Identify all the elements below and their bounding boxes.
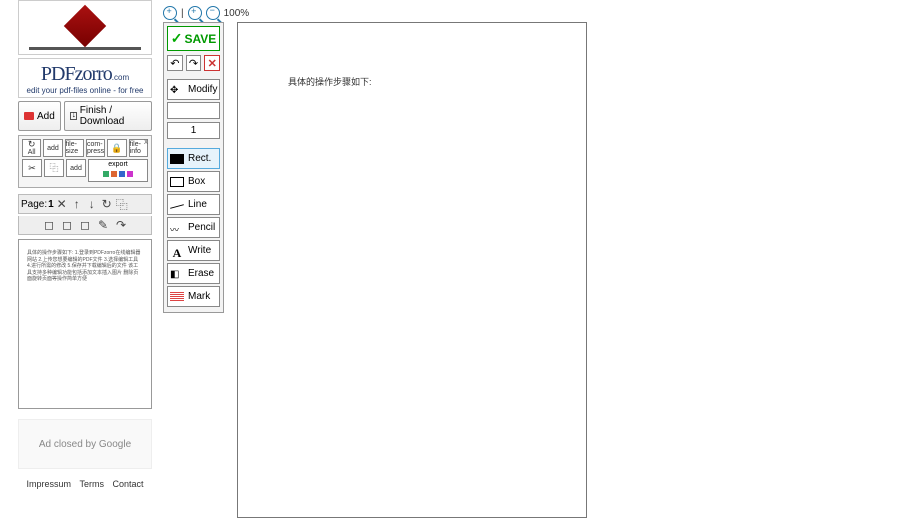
canvas-text: 具体的操作步骤如下: [288,75,372,88]
erase-icon [170,269,184,279]
linewidth-input[interactable] [167,122,220,139]
compress-button[interactable]: com-press [86,139,105,157]
page-thumbnail[interactable]: 具体的操作步骤如下: 1.登录到PDFzorro在线编辑器网站 2.上传您想要编… [18,239,152,409]
file-size-button[interactable]: file-size [65,139,84,157]
zoom-bar: | 100% [163,6,249,20]
erase-tool[interactable]: Erase [167,263,220,284]
close-panel-icon[interactable]: x [144,137,148,146]
logo-diamond-icon [64,5,106,47]
pencil-tool[interactable]: Pencil [167,217,220,238]
logo-text-box: PDFzorro.com edit your pdf-files online … [18,58,152,98]
check-icon: ✓ [171,30,183,47]
page-label: Page: [21,199,47,210]
rotate-all-button[interactable]: ↻All [22,139,41,157]
line-icon [170,204,184,209]
terms-link[interactable]: Terms [79,479,104,489]
logo-box [18,0,152,55]
line-tool[interactable]: Line [167,194,220,215]
cut-button[interactable]: ✂ [22,159,42,177]
zoom-in-icon[interactable] [163,6,177,20]
cancel-button[interactable]: ✕ [204,55,220,71]
toolbox: ✓SAVE ↶ ↷ ✕ Modify Rect. Box Line Pencil… [163,22,224,313]
rect-tool[interactable]: Rect. [167,148,220,169]
modify-tool[interactable]: Modify [167,79,220,100]
ad-box: Ad closed by Google [18,419,152,469]
redo-button[interactable]: ↷ [186,55,202,71]
zoom-fit-icon[interactable] [188,6,202,20]
page-bar: Page: 1 ✕ ↑ ↓ ↻ ⿻ [18,194,152,214]
mini-add2-button[interactable]: add [66,159,86,177]
save-button[interactable]: ✓SAVE [167,26,220,51]
tool-c-icon[interactable]: ◻ [78,218,92,232]
contact-link[interactable]: Contact [113,479,144,489]
page-down-icon[interactable]: ↓ [85,197,99,211]
tool-b-icon[interactable]: ◻ [60,218,74,232]
copy-icon: ⿻ [49,164,58,173]
copy-pages-button[interactable]: ⿻ [44,159,64,177]
zoom-out-icon[interactable] [206,6,220,20]
add-icon [24,112,34,120]
copy-page-icon[interactable]: ⿻ [115,197,129,211]
logo-tagline: edit your pdf-files online - for free [25,86,145,95]
cut-icon: ✂ [28,164,36,173]
rotate-page-icon[interactable]: ↻ [100,197,114,211]
tool-d-icon[interactable]: ✎ [96,218,110,232]
page-toolbar-2: ◻ ◻ ◻ ✎ ↷ [18,216,152,235]
tool-a-icon[interactable]: ◻ [42,218,56,232]
mark-icon [170,292,184,302]
color-input[interactable] [167,102,220,119]
lock-button[interactable]: 🔒 [107,139,126,157]
box-tool[interactable]: Box [167,171,220,192]
write-tool[interactable]: AWrite [167,240,220,261]
mark-tool[interactable]: Mark [167,286,220,307]
page-up-icon[interactable]: ↑ [70,197,84,211]
pdf-canvas[interactable]: 具体的操作步骤如下: [237,22,587,518]
zoom-level: 100% [224,8,250,19]
impressum-link[interactable]: Impressum [26,479,71,489]
mini-add-button[interactable]: add [43,139,62,157]
page-number: 1 [48,199,54,210]
add-button[interactable]: Add [18,101,61,131]
write-icon: A [170,246,184,256]
tool-e-icon[interactable]: ↷ [114,218,128,232]
export-button[interactable]: export [88,159,148,182]
delete-page-icon[interactable]: ✕ [55,197,69,211]
pencil-icon [170,223,184,233]
undo-button[interactable]: ↶ [167,55,183,71]
footer-links: Impressum Terms Contact [18,479,152,489]
rect-icon [170,154,184,164]
download-icon [70,112,77,120]
finish-download-button[interactable]: Finish / Download [64,101,152,131]
move-icon [170,85,184,95]
tools-panel: x ↻All add file-size com-press 🔒 file-in… [18,135,152,188]
lock-icon: 🔒 [111,144,122,153]
box-icon [170,177,184,187]
logo-name: PDFzorro [41,63,112,85]
